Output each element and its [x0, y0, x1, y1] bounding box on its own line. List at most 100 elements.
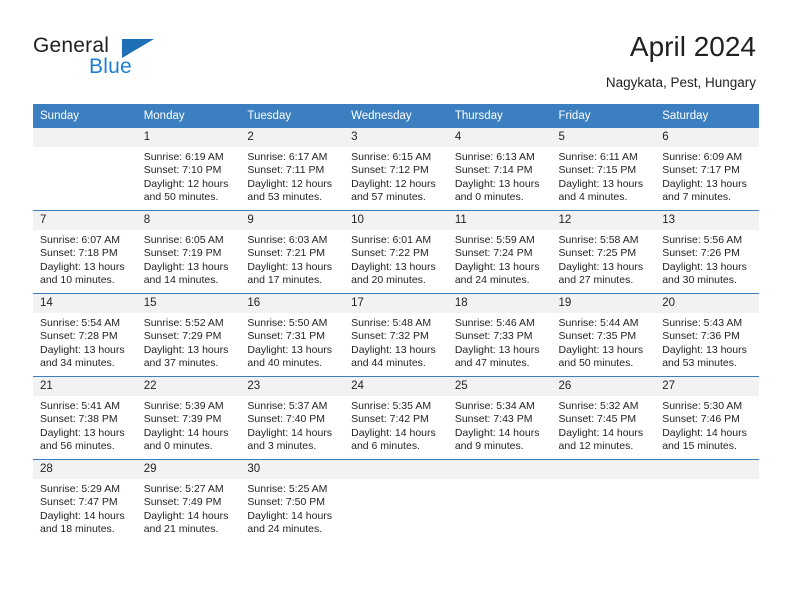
- daylight-text-line1: Daylight: 13 hours: [40, 426, 125, 439]
- day-number: 26: [551, 377, 656, 396]
- sunset-text: Sunset: 7:42 PM: [351, 413, 429, 426]
- sunset-text: Sunset: 7:38 PM: [40, 413, 118, 426]
- daylight-text-line2: and 0 minutes.: [454, 191, 524, 204]
- daylight-text-line1: Daylight: 13 hours: [247, 343, 333, 356]
- calendar-day-cell[interactable]: 3 Sunrise: 6:15 AM Sunset: 7:12 PM Dayli…: [344, 127, 448, 211]
- calendar-day-cell[interactable]: 16 Sunrise: 5:50 AM Sunset: 7:31 PM Dayl…: [240, 293, 345, 377]
- calendar-day-cell[interactable]: 18 Sunrise: 5:46 AM Sunset: 7:33 PM Dayl…: [447, 293, 552, 377]
- calendar-week-row: 21 Sunrise: 5:41 AM Sunset: 7:38 PM Dayl…: [33, 376, 759, 460]
- daylight-text-line2: and 10 minutes.: [40, 274, 115, 287]
- sunrise-text: Sunrise: 5:39 AM: [143, 400, 224, 412]
- sunrise-text: Sunrise: 6:17 AM: [247, 151, 328, 163]
- weekday-header-monday: Monday: [136, 104, 241, 128]
- logo-text-blue: Blue: [89, 55, 132, 78]
- daylight-text-line1: Daylight: 12 hours: [351, 177, 436, 190]
- day-details: Sunrise: 5:27 AM Sunset: 7:49 PM Dayligh…: [137, 479, 241, 537]
- weekday-header-wednesday: Wednesday: [344, 104, 448, 128]
- calendar-day-cell[interactable]: 29 Sunrise: 5:27 AM Sunset: 7:49 PM Dayl…: [136, 459, 241, 542]
- calendar-day-cell[interactable]: 28 Sunrise: 5:29 AM Sunset: 7:47 PM Dayl…: [33, 459, 137, 542]
- calendar-day-cell[interactable]: 17 Sunrise: 5:48 AM Sunset: 7:32 PM Dayl…: [344, 293, 448, 377]
- calendar-day-cell[interactable]: 27 Sunrise: 5:30 AM Sunset: 7:46 PM Dayl…: [655, 376, 759, 460]
- sunset-text: Sunset: 7:39 PM: [143, 413, 222, 426]
- sunrise-text: Sunrise: 6:11 AM: [558, 151, 638, 163]
- daylight-text-line2: and 3 minutes.: [247, 440, 317, 453]
- daylight-text-line1: Daylight: 13 hours: [454, 260, 540, 273]
- sunrise-text: Sunrise: 5:41 AM: [40, 400, 120, 412]
- day-number: [551, 460, 656, 479]
- sunset-text: Sunset: 7:21 PM: [247, 247, 326, 260]
- sunset-text: Sunset: 7:10 PM: [143, 164, 222, 177]
- sunrise-text: Sunrise: 5:56 AM: [662, 234, 743, 246]
- page-title: April 2024: [629, 31, 756, 62]
- day-details: Sunrise: 5:46 AM Sunset: 7:33 PM Dayligh…: [448, 313, 552, 371]
- daylight-text-line1: Daylight: 14 hours: [247, 426, 333, 439]
- day-details: Sunrise: 6:09 AM Sunset: 7:17 PM Dayligh…: [655, 147, 759, 205]
- calendar-day-cell[interactable]: 24 Sunrise: 5:35 AM Sunset: 7:42 PM Dayl…: [344, 376, 448, 460]
- day-number: 24: [344, 377, 448, 396]
- calendar-day-cell[interactable]: 25 Sunrise: 5:34 AM Sunset: 7:43 PM Dayl…: [447, 376, 552, 460]
- calendar-week-row: 14 Sunrise: 5:54 AM Sunset: 7:28 PM Dayl…: [33, 293, 759, 377]
- daylight-text-line2: and 47 minutes.: [454, 357, 530, 370]
- calendar-day-cell[interactable]: 7 Sunrise: 6:07 AM Sunset: 7:18 PM Dayli…: [33, 210, 137, 294]
- day-details: Sunrise: 5:29 AM Sunset: 7:47 PM Dayligh…: [33, 479, 137, 537]
- day-details: Sunrise: 6:15 AM Sunset: 7:12 PM Dayligh…: [344, 147, 448, 205]
- general-blue-logo: General Blue: [33, 34, 213, 84]
- sunset-text: Sunset: 7:15 PM: [558, 164, 637, 177]
- weekday-header-sunday: Sunday: [33, 104, 137, 128]
- weekday-header-tuesday: Tuesday: [240, 104, 345, 128]
- calendar-day-cell[interactable]: 1 Sunrise: 6:19 AM Sunset: 7:10 PM Dayli…: [136, 127, 241, 211]
- daylight-text-line2: and 20 minutes.: [351, 274, 426, 287]
- daylight-text-line1: Daylight: 14 hours: [143, 426, 229, 439]
- calendar-day-cell[interactable]: 21 Sunrise: 5:41 AM Sunset: 7:38 PM Dayl…: [33, 376, 137, 460]
- day-details: Sunrise: 5:48 AM Sunset: 7:32 PM Dayligh…: [344, 313, 448, 371]
- calendar-day-cell[interactable]: 14 Sunrise: 5:54 AM Sunset: 7:28 PM Dayl…: [33, 293, 137, 377]
- day-details: Sunrise: 5:58 AM Sunset: 7:25 PM Dayligh…: [552, 230, 656, 288]
- calendar-day-cell[interactable]: 13 Sunrise: 5:56 AM Sunset: 7:26 PM Dayl…: [655, 210, 759, 294]
- sunrise-text: Sunrise: 5:58 AM: [558, 234, 639, 246]
- sunrise-text: Sunrise: 6:01 AM: [351, 234, 432, 246]
- day-details: Sunrise: 6:05 AM Sunset: 7:19 PM Dayligh…: [137, 230, 241, 288]
- daylight-text-line1: Daylight: 14 hours: [454, 426, 540, 439]
- day-number: [447, 460, 552, 479]
- calendar-day-cell[interactable]: 8 Sunrise: 6:05 AM Sunset: 7:19 PM Dayli…: [136, 210, 241, 294]
- sunrise-text: Sunrise: 6:15 AM: [351, 151, 432, 163]
- calendar-week-row: 1 Sunrise: 6:19 AM Sunset: 7:10 PM Dayli…: [33, 127, 759, 211]
- calendar-day-cell[interactable]: 26 Sunrise: 5:32 AM Sunset: 7:45 PM Dayl…: [551, 376, 656, 460]
- calendar-day-cell[interactable]: 10 Sunrise: 6:01 AM Sunset: 7:22 PM Dayl…: [344, 210, 448, 294]
- daylight-text-line2: and 7 minutes.: [662, 191, 732, 204]
- calendar-day-cell[interactable]: 15 Sunrise: 5:52 AM Sunset: 7:29 PM Dayl…: [136, 293, 241, 377]
- daylight-text-line2: and 30 minutes.: [662, 274, 737, 287]
- calendar-day-cell: [447, 459, 552, 542]
- calendar-day-cell[interactable]: 22 Sunrise: 5:39 AM Sunset: 7:39 PM Dayl…: [136, 376, 241, 460]
- calendar-day-cell[interactable]: 5 Sunrise: 6:11 AM Sunset: 7:15 PM Dayli…: [551, 127, 656, 211]
- sunrise-text: Sunrise: 5:25 AM: [247, 483, 328, 495]
- sunrise-text: Sunrise: 6:19 AM: [143, 151, 224, 163]
- daylight-text-line1: Daylight: 13 hours: [662, 177, 747, 190]
- sunset-text: Sunset: 7:12 PM: [351, 164, 429, 177]
- calendar-day-cell[interactable]: 12 Sunrise: 5:58 AM Sunset: 7:25 PM Dayl…: [551, 210, 656, 294]
- daylight-text-line1: Daylight: 13 hours: [558, 343, 644, 356]
- daylight-text-line2: and 0 minutes.: [143, 440, 213, 453]
- calendar-day-cell[interactable]: 4 Sunrise: 6:13 AM Sunset: 7:14 PM Dayli…: [447, 127, 552, 211]
- daylight-text-line1: Daylight: 14 hours: [40, 509, 125, 522]
- calendar-day-cell[interactable]: 19 Sunrise: 5:44 AM Sunset: 7:35 PM Dayl…: [551, 293, 656, 377]
- calendar-day-cell[interactable]: 2 Sunrise: 6:17 AM Sunset: 7:11 PM Dayli…: [240, 127, 345, 211]
- daylight-text-line1: Daylight: 13 hours: [40, 260, 125, 273]
- calendar-day-cell[interactable]: 11 Sunrise: 5:59 AM Sunset: 7:24 PM Dayl…: [447, 210, 552, 294]
- sunrise-text: Sunrise: 5:44 AM: [558, 317, 639, 329]
- calendar-day-cell[interactable]: 23 Sunrise: 5:37 AM Sunset: 7:40 PM Dayl…: [240, 376, 345, 460]
- sunset-text: Sunset: 7:46 PM: [662, 413, 740, 426]
- sunset-text: Sunset: 7:43 PM: [454, 413, 533, 426]
- calendar-week-row: 7 Sunrise: 6:07 AM Sunset: 7:18 PM Dayli…: [33, 210, 759, 294]
- calendar-day-cell[interactable]: 9 Sunrise: 6:03 AM Sunset: 7:21 PM Dayli…: [240, 210, 345, 294]
- sunset-text: Sunset: 7:45 PM: [558, 413, 637, 426]
- day-details: Sunrise: 6:13 AM Sunset: 7:14 PM Dayligh…: [448, 147, 552, 205]
- day-details: Sunrise: 5:50 AM Sunset: 7:31 PM Dayligh…: [240, 313, 344, 371]
- day-details: Sunrise: 5:59 AM Sunset: 7:24 PM Dayligh…: [448, 230, 552, 288]
- sunrise-text: Sunrise: 5:30 AM: [662, 400, 743, 412]
- calendar-day-cell[interactable]: 30 Sunrise: 5:25 AM Sunset: 7:50 PM Dayl…: [240, 459, 345, 542]
- sunset-text: Sunset: 7:40 PM: [247, 413, 326, 426]
- title-block: April 2024 Nagykata, Pest, Hungary: [606, 30, 756, 93]
- calendar-day-cell[interactable]: 6 Sunrise: 6:09 AM Sunset: 7:17 PM Dayli…: [655, 127, 759, 211]
- calendar-day-cell[interactable]: 20 Sunrise: 5:43 AM Sunset: 7:36 PM Dayl…: [655, 293, 759, 377]
